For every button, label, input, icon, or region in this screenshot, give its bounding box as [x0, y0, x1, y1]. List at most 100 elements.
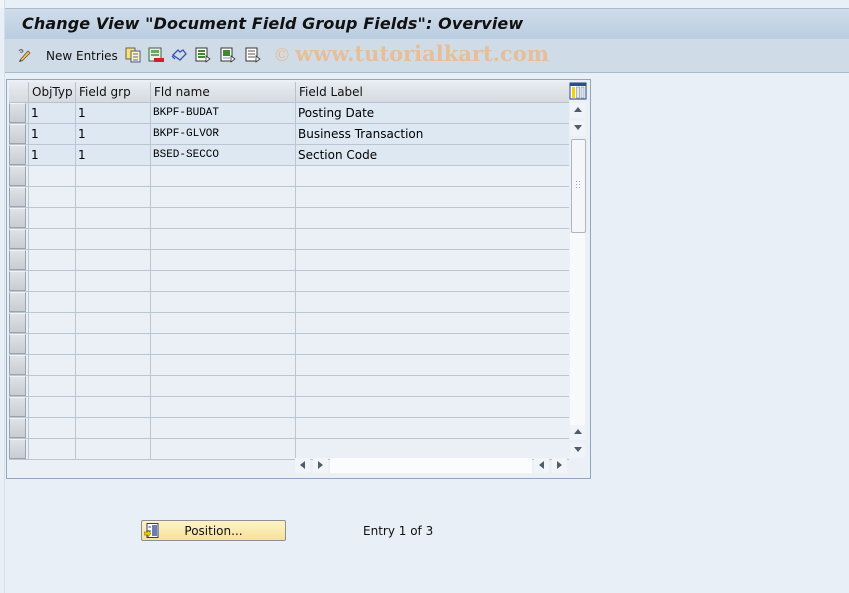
cell-field-label[interactable]: [295, 334, 569, 354]
cell-objtyp[interactable]: [28, 334, 75, 354]
row-selector-button[interactable]: [9, 439, 26, 459]
page-down-button[interactable]: [570, 443, 585, 458]
scroll-right-button[interactable]: [313, 458, 328, 473]
row-selector-button[interactable]: [9, 397, 26, 417]
cell-field-label[interactable]: [295, 250, 569, 270]
row-selector-button[interactable]: [9, 187, 26, 207]
cell-field-grp[interactable]: [75, 376, 150, 396]
cell-objtyp[interactable]: [28, 313, 75, 333]
cell-fld-name[interactable]: [150, 271, 295, 291]
row-selector-button[interactable]: [9, 124, 26, 144]
cell-field-grp[interactable]: 1: [75, 124, 150, 144]
deselect-all-icon[interactable]: [245, 47, 261, 63]
cell-field-label[interactable]: [295, 208, 569, 228]
cell-fld-name[interactable]: BKPF-GLVOR: [150, 124, 295, 144]
cell-objtyp[interactable]: [28, 250, 75, 270]
cell-fld-name[interactable]: [150, 439, 295, 459]
cell-objtyp[interactable]: [28, 355, 75, 375]
cell-objtyp[interactable]: [28, 397, 75, 417]
edit-pencil-icon[interactable]: [17, 47, 33, 63]
cell-fld-name[interactable]: [150, 313, 295, 333]
cell-fld-name[interactable]: BSED-SECCO: [150, 145, 295, 165]
cell-field-grp[interactable]: 1: [75, 103, 150, 123]
cell-field-grp[interactable]: [75, 229, 150, 249]
cell-field-grp[interactable]: [75, 166, 150, 186]
cell-objtyp[interactable]: [28, 418, 75, 438]
cell-fld-name[interactable]: [150, 229, 295, 249]
row-selector-button[interactable]: [9, 376, 26, 396]
cell-fld-name[interactable]: [150, 397, 295, 417]
cell-field-label[interactable]: [295, 418, 569, 438]
cell-field-grp[interactable]: [75, 439, 150, 459]
cell-field-label[interactable]: [295, 439, 569, 459]
cell-field-label[interactable]: [295, 355, 569, 375]
row-selector-button[interactable]: [9, 166, 26, 186]
cell-field-grp[interactable]: [75, 397, 150, 417]
delete-icon[interactable]: [148, 47, 164, 63]
scroll-left-button[interactable]: [295, 458, 310, 473]
cell-objtyp[interactable]: [28, 208, 75, 228]
cell-field-label[interactable]: [295, 292, 569, 312]
cell-fld-name[interactable]: [150, 376, 295, 396]
cell-field-label[interactable]: Section Code: [295, 145, 569, 165]
undo-icon[interactable]: [171, 47, 187, 63]
cell-fld-name[interactable]: [150, 334, 295, 354]
cell-objtyp[interactable]: [28, 292, 75, 312]
row-selector-button[interactable]: [9, 418, 26, 438]
cell-objtyp[interactable]: 1: [28, 124, 75, 144]
cell-field-label[interactable]: Business Transaction: [295, 124, 569, 144]
cell-objtyp[interactable]: [28, 229, 75, 249]
cell-field-label[interactable]: [295, 397, 569, 417]
cell-fld-name[interactable]: [150, 250, 295, 270]
select-all-rows-corner[interactable]: [9, 82, 28, 103]
scroll-down-button[interactable]: [570, 121, 585, 136]
new-entries-button[interactable]: New Entries: [46, 49, 118, 63]
row-selector-button[interactable]: [9, 208, 26, 228]
column-header-fld-name[interactable]: Fld name: [150, 82, 295, 103]
cell-objtyp[interactable]: 1: [28, 145, 75, 165]
cell-field-grp[interactable]: [75, 271, 150, 291]
cell-field-label[interactable]: [295, 229, 569, 249]
cell-fld-name[interactable]: [150, 418, 295, 438]
cell-objtyp[interactable]: [28, 187, 75, 207]
cell-fld-name[interactable]: [150, 292, 295, 312]
scroll-thumb[interactable]: [571, 139, 586, 233]
cell-field-grp[interactable]: [75, 187, 150, 207]
row-selector-button[interactable]: [9, 145, 26, 165]
cell-field-grp[interactable]: [75, 313, 150, 333]
row-selector-button[interactable]: [9, 334, 26, 354]
scroll-left-end-button[interactable]: [534, 458, 549, 473]
cell-field-label[interactable]: [295, 313, 569, 333]
row-selector-button[interactable]: [9, 313, 26, 333]
cell-objtyp[interactable]: [28, 439, 75, 459]
row-selector-button[interactable]: [9, 271, 26, 291]
page-up-button[interactable]: [570, 425, 585, 440]
cell-objtyp[interactable]: 1: [28, 103, 75, 123]
copy-icon[interactable]: [125, 47, 141, 63]
cell-field-grp[interactable]: 1: [75, 145, 150, 165]
scroll-right-end-button[interactable]: [552, 458, 567, 473]
cell-field-label[interactable]: [295, 166, 569, 186]
cell-field-grp[interactable]: [75, 418, 150, 438]
column-header-field-label[interactable]: Field Label: [295, 82, 569, 103]
cell-field-grp[interactable]: [75, 334, 150, 354]
cell-fld-name[interactable]: [150, 187, 295, 207]
scroll-track[interactable]: [570, 233, 585, 425]
cell-field-label[interactable]: [295, 271, 569, 291]
vertical-scrollbar[interactable]: [569, 103, 586, 458]
cell-field-grp[interactable]: [75, 355, 150, 375]
cell-fld-name[interactable]: [150, 208, 295, 228]
cell-objtyp[interactable]: [28, 166, 75, 186]
cell-field-grp[interactable]: [75, 208, 150, 228]
cell-field-grp[interactable]: [75, 292, 150, 312]
horizontal-scroll-track[interactable]: [330, 458, 532, 473]
cell-fld-name[interactable]: [150, 355, 295, 375]
cell-field-grp[interactable]: [75, 250, 150, 270]
position-button[interactable]: Position...: [141, 520, 286, 541]
row-selector-button[interactable]: [9, 229, 26, 249]
row-selector-button[interactable]: [9, 292, 26, 312]
column-header-objtyp[interactable]: ObjTyp: [28, 82, 75, 103]
row-selector-button[interactable]: [9, 103, 26, 123]
cell-fld-name[interactable]: BKPF-BUDAT: [150, 103, 295, 123]
table-settings-icon[interactable]: [569, 82, 587, 100]
